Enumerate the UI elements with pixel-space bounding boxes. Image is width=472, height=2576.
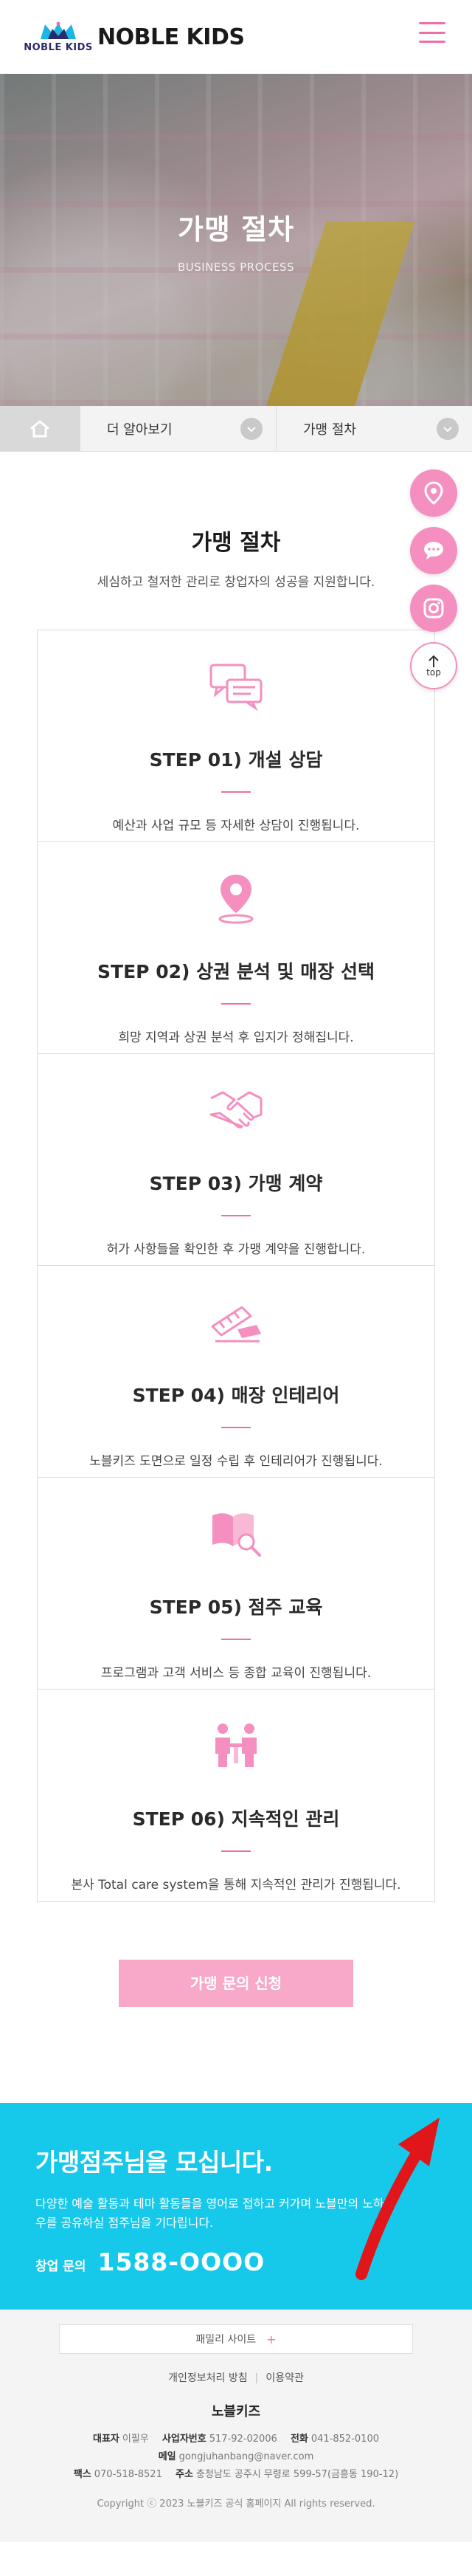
apply-wrapper: 가맹 문의 신청 bbox=[0, 1960, 472, 2007]
step-title: STEP 01) 개설 상담 bbox=[149, 749, 323, 771]
section-description: 세심하고 철저한 관리로 창업자의 성공을 지원합니다. bbox=[97, 575, 375, 590]
book-search-icon bbox=[206, 1504, 266, 1563]
family-site-select[interactable]: 패밀리 사이트 + bbox=[59, 2324, 413, 2354]
site-header: NOBLE KIDS NOBLE KIDS bbox=[0, 0, 472, 74]
mail-value: gongjuhanbang@naver.com bbox=[178, 2451, 314, 2462]
top-label: top bbox=[426, 667, 441, 678]
footer-links: 개인정보처리 방침 | 이용약관 bbox=[0, 2370, 472, 2385]
chevron-down-icon bbox=[240, 417, 263, 440]
quick-menu: top bbox=[410, 469, 457, 689]
step-card: STEP 02) 상권 분석 및 매장 선택 희망 지역과 상권 분석 후 입지… bbox=[38, 842, 434, 1054]
link-separator: | bbox=[254, 2372, 259, 2384]
section-title: 가맹 절차 bbox=[191, 530, 281, 556]
step-title: STEP 06) 지속적인 관리 bbox=[132, 1808, 340, 1830]
chat-bubbles-icon bbox=[206, 657, 266, 716]
brand-title: NOBLE KIDS bbox=[97, 24, 245, 50]
subnav-dropdown-process[interactable]: 가맹 절차 bbox=[276, 406, 472, 451]
subnav-item-label: 더 알아보기 bbox=[107, 421, 173, 438]
privacy-link[interactable]: 개인정보처리 방침 bbox=[168, 2372, 248, 2384]
map-pin-icon bbox=[424, 481, 443, 505]
divider bbox=[221, 1003, 251, 1005]
logo[interactable]: NOBLE KIDS NOBLE KIDS bbox=[24, 21, 245, 53]
step-description: 희망 지역과 상권 분석 후 입지가 정해집니다. bbox=[118, 1030, 354, 1045]
chevron-down-icon bbox=[437, 417, 459, 440]
mail-label: 메일 bbox=[158, 2451, 176, 2462]
sub-navigation: 더 알아보기 가맹 절차 bbox=[0, 406, 472, 452]
divider bbox=[221, 1427, 251, 1428]
step-description: 허가 사항들을 확인한 후 가맹 계약을 진행합니다. bbox=[106, 1242, 366, 1257]
logo-text: NOBLE KIDS bbox=[24, 41, 93, 53]
step-title: STEP 02) 상권 분석 및 매장 선택 bbox=[97, 961, 375, 982]
meeting-icon bbox=[206, 1716, 266, 1775]
step-card: STEP 06) 지속적인 관리 본사 Total care system을 통… bbox=[38, 1690, 434, 1901]
step-card: STEP 03) 가맹 계약 허가 사항들을 확인한 후 가맹 계약을 진행합니… bbox=[38, 1054, 434, 1266]
divider bbox=[221, 1850, 251, 1852]
addr-value: 충청남도 공주시 무령로 599-57(금흥동 190-12) bbox=[195, 2469, 399, 2480]
hamburger-icon[interactable] bbox=[419, 22, 445, 43]
recruit-banner: 가맹점주님을 모십니다. 다양한 예술 활동과 테마 활동들을 영어로 접하고 … bbox=[0, 2103, 472, 2310]
location-pin-icon bbox=[206, 869, 266, 928]
step-description: 노블키즈 도면으로 일정 수립 후 인테리어가 진행됩니다. bbox=[89, 1454, 383, 1469]
chat-icon bbox=[424, 542, 443, 559]
site-footer: 패밀리 사이트 + 개인정보처리 방침 | 이용약관 노블키즈 대표자 이필우 사업자… bbox=[0, 2310, 472, 2542]
step-description: 프로그램과 고객 서비스 등 종합 교육이 진행됩니다. bbox=[100, 1666, 372, 1681]
terms-link[interactable]: 이용약관 bbox=[266, 2372, 304, 2384]
hero-banner: 가맹 절차 BUSINESS PROCESS bbox=[0, 74, 472, 406]
map-pin-button[interactable] bbox=[410, 469, 457, 517]
chat-button[interactable] bbox=[410, 527, 457, 574]
crown-logo: NOBLE KIDS bbox=[24, 21, 93, 53]
tel-label: 전화 bbox=[290, 2434, 308, 2445]
hero-title: 가맹 절차 bbox=[177, 213, 295, 246]
company-name: 노블키즈 bbox=[211, 2404, 261, 2420]
copyright: Copyright ⓒ 2023 노블키즈 공식 홈페이지 All rights… bbox=[97, 2498, 375, 2510]
family-site-label: 패밀리 사이트 bbox=[195, 2334, 257, 2346]
biz-value: 517-92-02006 bbox=[209, 2434, 277, 2445]
biz-label: 사업자번호 bbox=[162, 2434, 206, 2445]
instagram-icon bbox=[423, 598, 444, 619]
step-title: STEP 03) 가맹 계약 bbox=[149, 1173, 323, 1194]
instagram-button[interactable] bbox=[410, 585, 457, 632]
fax-label: 팩스 bbox=[73, 2469, 91, 2480]
tools-icon bbox=[206, 1292, 266, 1351]
step-description: 예산과 사업 규모 등 자세한 상담이 진행됩니다. bbox=[112, 819, 360, 833]
step-card: STEP 05) 점주 교육 프로그램과 고객 서비스 등 종합 교육이 진행됩… bbox=[38, 1478, 434, 1690]
arrow-up-icon bbox=[428, 655, 439, 667]
divider bbox=[221, 1215, 251, 1216]
franchise-inquiry-button[interactable]: 가맹 문의 신청 bbox=[119, 1960, 353, 2007]
addr-label: 주소 bbox=[175, 2469, 193, 2480]
tel-value: 041-852-0100 bbox=[310, 2434, 379, 2445]
hero-subtitle: BUSINESS PROCESS bbox=[178, 260, 294, 274]
plus-icon: + bbox=[266, 2332, 277, 2346]
divider bbox=[221, 791, 251, 793]
home-button[interactable] bbox=[0, 406, 80, 451]
red-arrow-icon bbox=[355, 2118, 440, 2280]
fax-value: 070-518-8521 bbox=[94, 2469, 162, 2480]
ceo-value: 이필우 bbox=[122, 2434, 149, 2445]
step-card: STEP 01) 개설 상담 예산과 사업 규모 등 자세한 상담이 진행됩니다… bbox=[38, 630, 434, 842]
company-info: 대표자 이필우 사업자번호 517-92-02006 전화 041-852-0100 … bbox=[0, 2431, 472, 2484]
process-section-header: 가맹 절차 세심하고 철저한 관리로 창업자의 성공을 지원합니다. bbox=[0, 452, 472, 590]
scroll-top-button[interactable]: top bbox=[410, 642, 457, 689]
recruit-description: 다양한 예술 활동과 테마 활동들을 영어로 접하고 커가며 노블만의 노하우를… bbox=[35, 2197, 384, 2230]
step-title: STEP 05) 점주 교육 bbox=[149, 1597, 323, 1618]
ceo-label: 대표자 bbox=[93, 2434, 119, 2445]
call-number[interactable]: 1588-OOOO bbox=[97, 2248, 265, 2276]
home-icon bbox=[30, 420, 49, 437]
subnav-item-label: 가맹 절차 bbox=[303, 421, 356, 438]
step-list: STEP 01) 개설 상담 예산과 사업 규모 등 자세한 상담이 진행됩니다… bbox=[37, 630, 435, 1902]
step-card: STEP 04) 매장 인테리어 노블키즈 도면으로 일정 수립 후 인테리어가… bbox=[38, 1266, 434, 1478]
step-title: STEP 04) 매장 인테리어 bbox=[132, 1385, 340, 1406]
divider bbox=[221, 1639, 251, 1640]
subnav-dropdown-more[interactable]: 더 알아보기 bbox=[80, 406, 276, 451]
step-description: 본사 Total care system을 통해 지속적인 관리가 진행됩니다. bbox=[71, 1878, 401, 1893]
call-label: 창업 문의 bbox=[35, 2259, 86, 2274]
handshake-icon bbox=[206, 1081, 266, 1140]
